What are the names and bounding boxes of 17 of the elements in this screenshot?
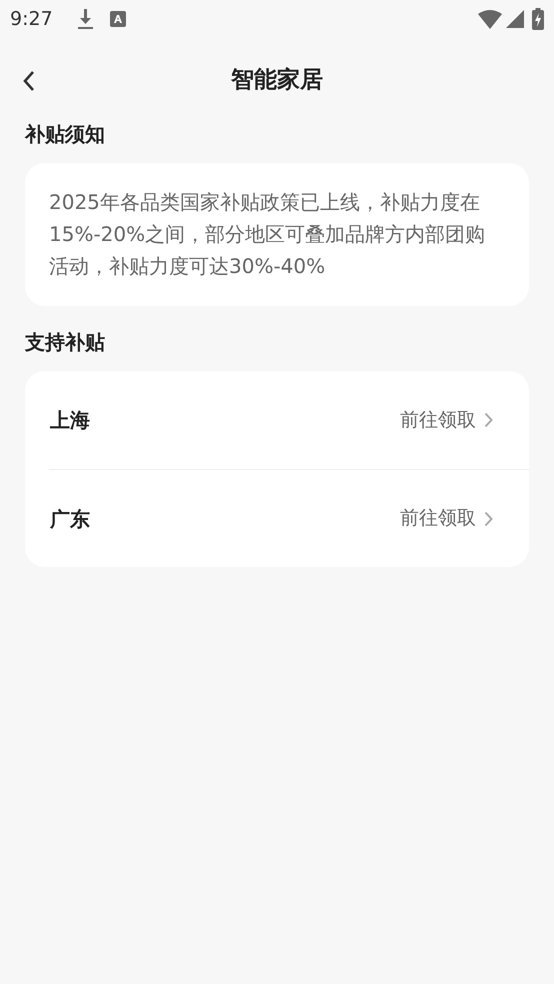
region-name: 上海: [50, 407, 91, 434]
signal-icon: [506, 10, 524, 28]
notice-text: 2025年各品类国家补贴政策已上线，补贴力度在15%-20%之间，部分地区可叠加品牌方内部团购活动，补贴力度可达30%-40%: [49, 189, 486, 280]
region-name: 广东: [50, 506, 91, 532]
battery-icon: [532, 8, 544, 30]
section-heading: 支持补贴: [25, 330, 106, 354]
chevron-icon: [484, 510, 493, 526]
section-heading: 补贴须知: [25, 122, 106, 146]
download-icon: [76, 8, 94, 30]
keyboard-icon: [110, 11, 126, 27]
chevron-icon: [484, 412, 493, 428]
status-time: 9:27: [10, 6, 53, 32]
wifi-icon: [478, 10, 502, 28]
back-icon: [22, 70, 36, 92]
claim-link[interactable]: 前往领取: [400, 504, 476, 533]
claim-link[interactable]: 前往领取: [400, 406, 476, 434]
page-title: 智能家居: [231, 66, 323, 95]
